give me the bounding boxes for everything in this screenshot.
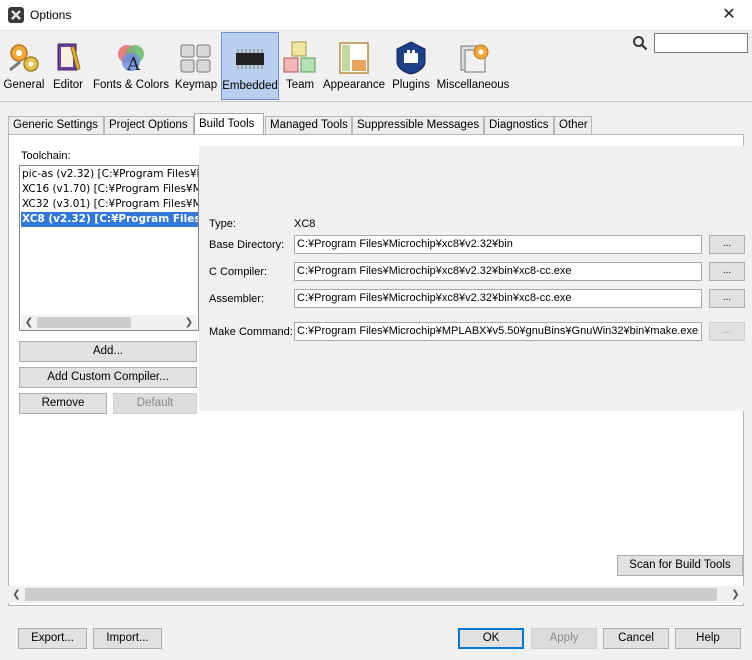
default-button[interactable]: Default — [113, 393, 197, 414]
scroll-left-icon[interactable]: ❮ — [8, 586, 25, 603]
fonts-colors-icon: A — [118, 45, 144, 75]
tab-build-tools[interactable]: Build Tools — [194, 113, 264, 135]
category-label: Plugins — [392, 79, 430, 91]
close-button[interactable]: ✕ — [706, 0, 752, 31]
category-team[interactable]: Team — [282, 32, 318, 100]
search-icon — [633, 36, 648, 51]
toolchain-item-xc8[interactable]: XC8 (v2.32) [C:¥Program Files — [21, 212, 198, 227]
toolchain-item-xc32[interactable]: XC32 (v3.01) [C:¥Program Files¥Mi — [21, 197, 198, 212]
category-label: Keymap — [174, 79, 218, 91]
app-icon — [8, 7, 24, 23]
make-command-label: Make Command: — [209, 326, 293, 338]
editor-icon — [57, 43, 81, 71]
toolbar-divider — [0, 101, 752, 102]
scroll-right-icon[interactable]: ❯ — [181, 315, 197, 330]
category-miscellaneous[interactable]: Miscellaneous — [436, 32, 510, 100]
svg-text:A: A — [126, 54, 141, 75]
category-fonts-colors[interactable]: A Fonts & Colors — [90, 32, 172, 100]
tab-project-options[interactable]: Project Options — [104, 116, 194, 135]
assembler-label: Assembler: — [209, 293, 265, 305]
appearance-icon — [339, 42, 369, 74]
category-label: Miscellaneous — [436, 79, 510, 91]
tab-generic-settings[interactable]: Generic Settings — [8, 116, 104, 135]
scan-build-tools-button[interactable]: Scan for Build Tools — [617, 555, 743, 576]
tab-other[interactable]: Other — [554, 116, 592, 135]
ok-button[interactable]: OK — [458, 628, 524, 649]
scroll-right-icon[interactable]: ❯ — [727, 586, 744, 603]
category-appearance[interactable]: Appearance — [322, 32, 386, 100]
toolchain-list-scrollbar[interactable]: ❮ ❯ — [21, 315, 197, 330]
toolchain-list[interactable]: pic-as (v2.32) [C:¥Program Files¥M XC16 … — [19, 165, 199, 331]
toolchain-item-pic-as[interactable]: pic-as (v2.32) [C:¥Program Files¥M — [21, 167, 198, 182]
scroll-thumb[interactable] — [37, 317, 131, 328]
add-button[interactable]: Add... — [19, 341, 197, 362]
category-label: Fonts & Colors — [92, 79, 170, 91]
category-label: General — [3, 79, 45, 91]
base-directory-label: Base Directory: — [209, 239, 285, 251]
gears-icon — [9, 44, 39, 72]
type-value: XC8 — [294, 218, 316, 230]
search-input[interactable] — [654, 33, 748, 53]
tab-suppressible-messages[interactable]: Suppressible Messages — [352, 116, 484, 135]
tab-diagnostics[interactable]: Diagnostics — [484, 116, 554, 135]
scroll-thumb[interactable] — [25, 588, 717, 601]
add-custom-compiler-button[interactable]: Add Custom Compiler... — [19, 367, 197, 388]
c-compiler-field[interactable]: C:¥Program Files¥Microchip¥xc8¥v2.32¥bin… — [294, 262, 702, 281]
toolchain-item-xc16[interactable]: XC16 (v1.70) [C:¥Program Files¥Mi — [21, 182, 198, 197]
category-label: Embedded — [222, 80, 278, 92]
chip-icon — [236, 49, 264, 69]
c-compiler-label: C Compiler: — [209, 266, 268, 278]
toolchain-label: Toolchain: — [21, 150, 71, 162]
make-command-browse-button[interactable]: ... — [709, 322, 745, 341]
category-label: Editor — [52, 79, 84, 91]
base-directory-browse-button[interactable]: ... — [709, 235, 745, 254]
misc-icon — [460, 44, 489, 73]
category-label: Appearance — [322, 79, 386, 91]
remove-button[interactable]: Remove — [19, 393, 107, 414]
category-editor[interactable]: Editor — [48, 32, 88, 100]
category-label: Team — [285, 79, 315, 91]
base-directory-field[interactable]: C:¥Program Files¥Microchip¥xc8¥v2.32¥bin — [294, 235, 702, 254]
make-command-field[interactable]: C:¥Program Files¥Microchip¥MPLABX¥v5.50¥… — [294, 322, 702, 341]
import-button[interactable]: Import... — [93, 628, 162, 649]
c-compiler-browse-button[interactable]: ... — [709, 262, 745, 281]
help-button[interactable]: Help — [675, 628, 741, 649]
category-general[interactable]: General — [2, 32, 46, 100]
type-label: Type: — [209, 218, 236, 230]
keyboard-icon — [180, 44, 211, 73]
export-button[interactable]: Export... — [18, 628, 87, 649]
assembler-field[interactable]: C:¥Program Files¥Microchip¥xc8¥v2.32¥bin… — [294, 289, 702, 308]
team-icon — [283, 41, 316, 73]
category-plugins[interactable]: Plugins — [389, 32, 433, 100]
apply-button[interactable]: Apply — [531, 628, 597, 649]
title-bar: Options ✕ — [0, 0, 752, 31]
cancel-button[interactable]: Cancel — [603, 628, 669, 649]
window-title: Options — [30, 8, 72, 22]
category-keymap[interactable]: Keymap — [174, 32, 218, 100]
panel-horizontal-scrollbar[interactable]: ❮ ❯ — [8, 586, 744, 603]
scroll-left-icon[interactable]: ❮ — [21, 315, 37, 330]
category-embedded[interactable]: Embedded — [221, 32, 279, 100]
plugin-icon — [396, 41, 426, 75]
assembler-browse-button[interactable]: ... — [709, 289, 745, 308]
tab-managed-tools[interactable]: Managed Tools — [265, 116, 352, 135]
